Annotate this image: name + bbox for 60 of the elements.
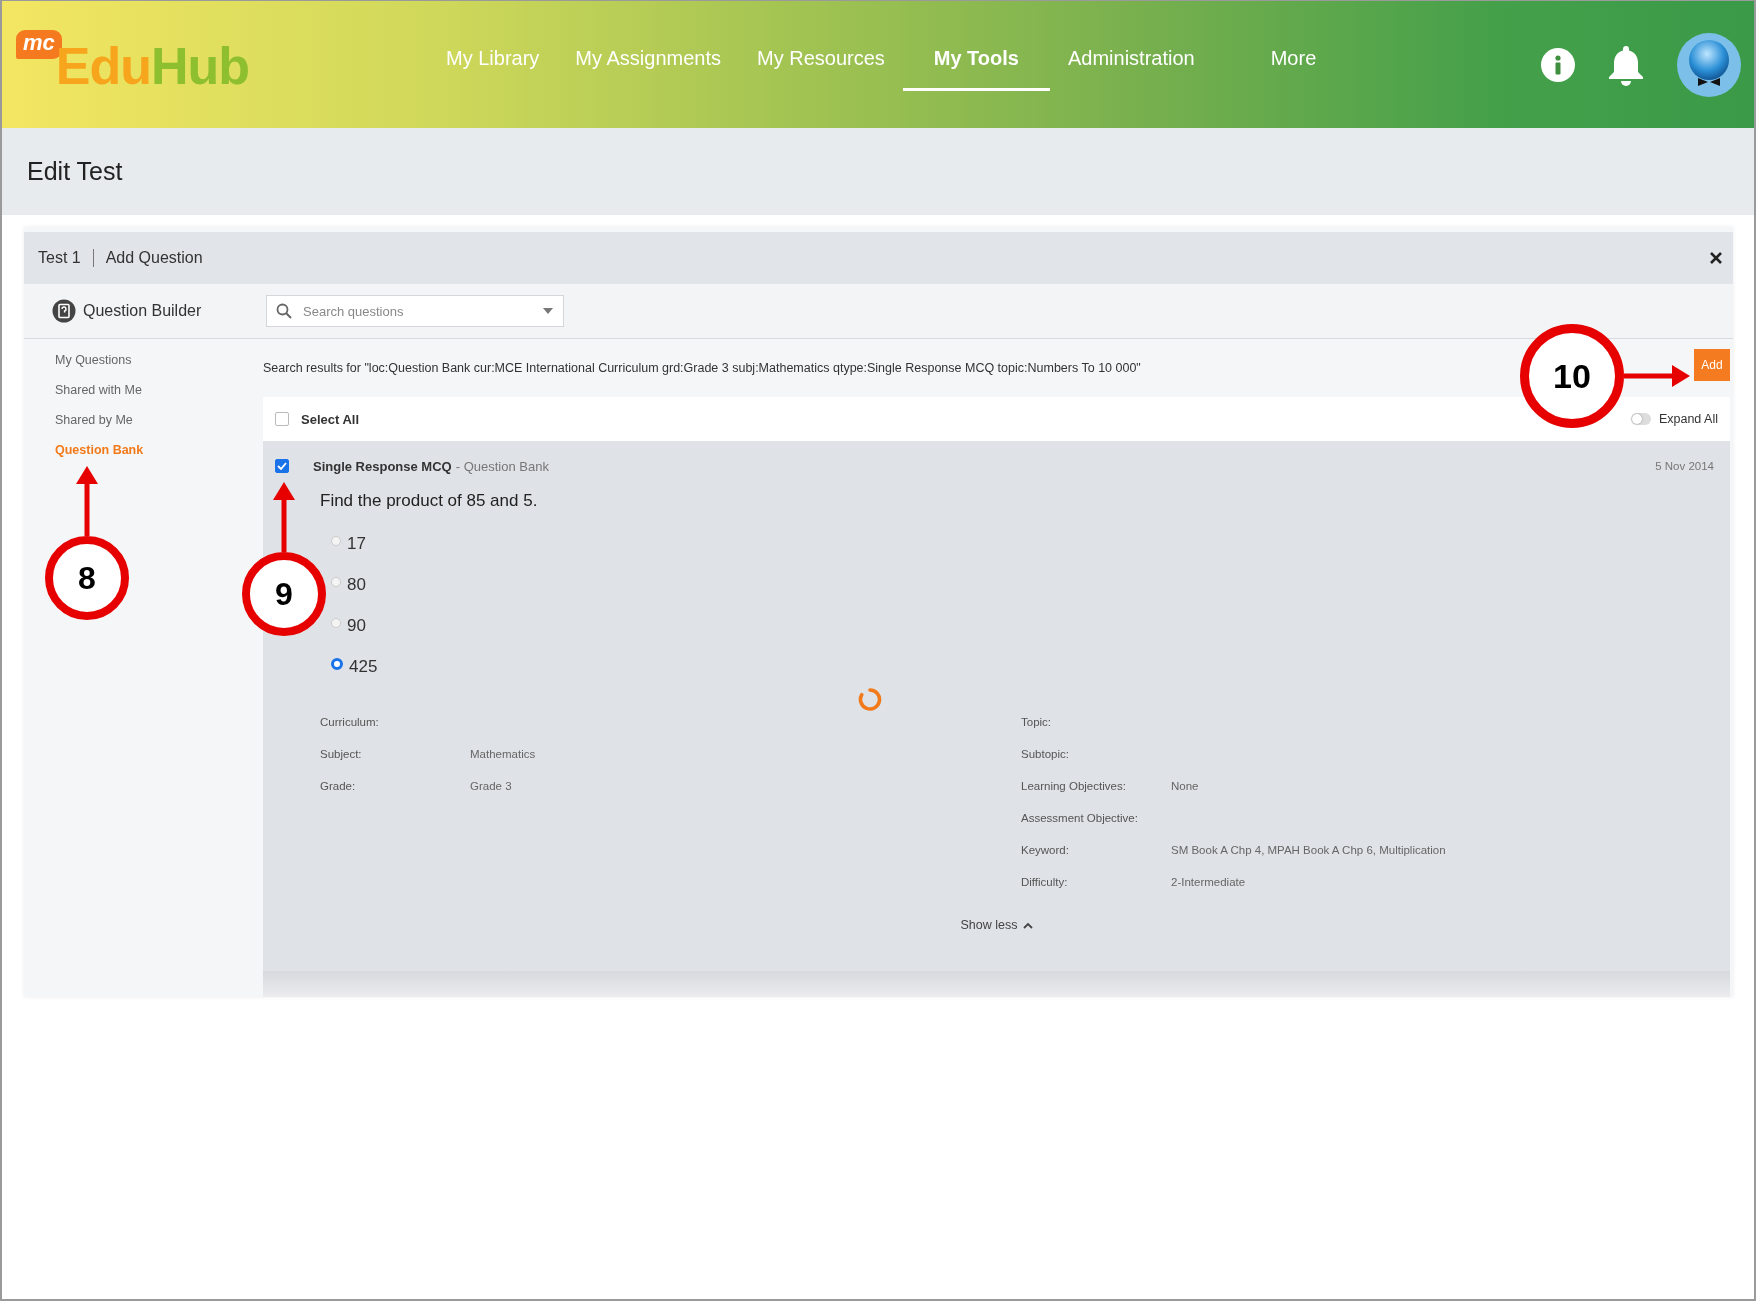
radio-button[interactable] — [331, 618, 341, 628]
arrow — [273, 482, 295, 552]
select-all-label: Select All — [301, 411, 360, 427]
nav-tab[interactable]: More — [1252, 1, 1335, 91]
question-source: - Question Bank — [455, 458, 549, 474]
search-results-text: Search results for "loc:Question Bank cur:MCE International Curriculum grd:Grade 3 subj:Mathematics qtype:Single Response MCQ topic:Numbers To 10 000" — [263, 361, 1142, 375]
nav-tab[interactable]: My Assignments — [557, 1, 739, 91]
caret-icon — [543, 308, 553, 314]
metadata-value: 2-Intermediate — [1171, 875, 1246, 888]
metadata-value: Mathematics — [470, 747, 536, 760]
metadata-label: Assessment Objective: — [1021, 811, 1139, 824]
option-label: 425 — [349, 657, 378, 677]
add-button[interactable]: Add — [1694, 349, 1730, 381]
metadata-label: Learning Objectives: — [1021, 779, 1127, 792]
metadata-label: Curriculum: — [320, 715, 380, 728]
question-text: Find the product of 85 and 5. — [320, 491, 539, 511]
chevron-up-icon — [1023, 921, 1034, 929]
arrow — [76, 466, 98, 536]
avatar — [1676, 31, 1742, 98]
sidebar-item[interactable]: Question Bank — [55, 443, 263, 457]
question-date: 5 Nov 2014 — [1655, 460, 1714, 472]
close-icon — [1709, 251, 1723, 265]
metadata-label: Keyword: — [1021, 843, 1070, 856]
arrow — [1624, 365, 1690, 387]
expand-all-label: Expand All — [1658, 412, 1718, 426]
radio-button[interactable] — [331, 536, 341, 546]
question-type: Single Response MCQ — [313, 458, 452, 474]
breadcrumb-item: Test 1 — [38, 249, 81, 267]
sidebar-item[interactable]: Shared by Me — [55, 413, 263, 427]
radio-button[interactable] — [331, 577, 341, 587]
metadata-label: Subject: — [320, 747, 363, 760]
option-label: 17 — [347, 534, 366, 554]
sidebar-item[interactable]: Shared with Me — [55, 383, 263, 397]
breadcrumb-item: Add Question — [105, 249, 203, 267]
nav-tab[interactable]: My Library — [428, 1, 558, 91]
search-field[interactable]: Search questions — [266, 295, 564, 327]
expand-all-toggle[interactable] — [1630, 413, 1651, 425]
checkbox[interactable] — [275, 412, 289, 426]
page-title: Edit Test — [27, 157, 123, 186]
sidebar-item[interactable]: My Questions — [55, 353, 263, 367]
loading-spinner — [857, 687, 882, 713]
radio-button[interactable] — [331, 658, 343, 670]
builder-title: Question Builder — [83, 302, 202, 320]
nav-tab[interactable]: My Resources — [738, 1, 903, 91]
show-less-link[interactable]: Show less — [960, 918, 1034, 932]
checkbox[interactable] — [275, 459, 289, 473]
metadata-value: SM Book A Chp 4, MPAH Book A Chp 6, Multiplication — [1171, 843, 1446, 856]
metadata-value: None — [1171, 779, 1199, 792]
metadata-value: Grade 3 — [470, 779, 512, 792]
nav-tab[interactable]: Administration — [1049, 1, 1213, 91]
search-icon — [276, 303, 292, 319]
option-label: 90 — [347, 616, 366, 636]
metadata-label: Difficulty: — [1021, 875, 1069, 888]
question-builder-icon — [52, 299, 76, 323]
option-label: 80 — [347, 575, 366, 595]
metadata-label: Topic: — [1021, 715, 1053, 728]
nav-tab[interactable]: My Tools — [902, 1, 1050, 91]
metadata-label: Subtopic: — [1021, 747, 1070, 760]
info-icon — [1540, 46, 1576, 83]
metadata-label: Grade: — [320, 779, 357, 792]
